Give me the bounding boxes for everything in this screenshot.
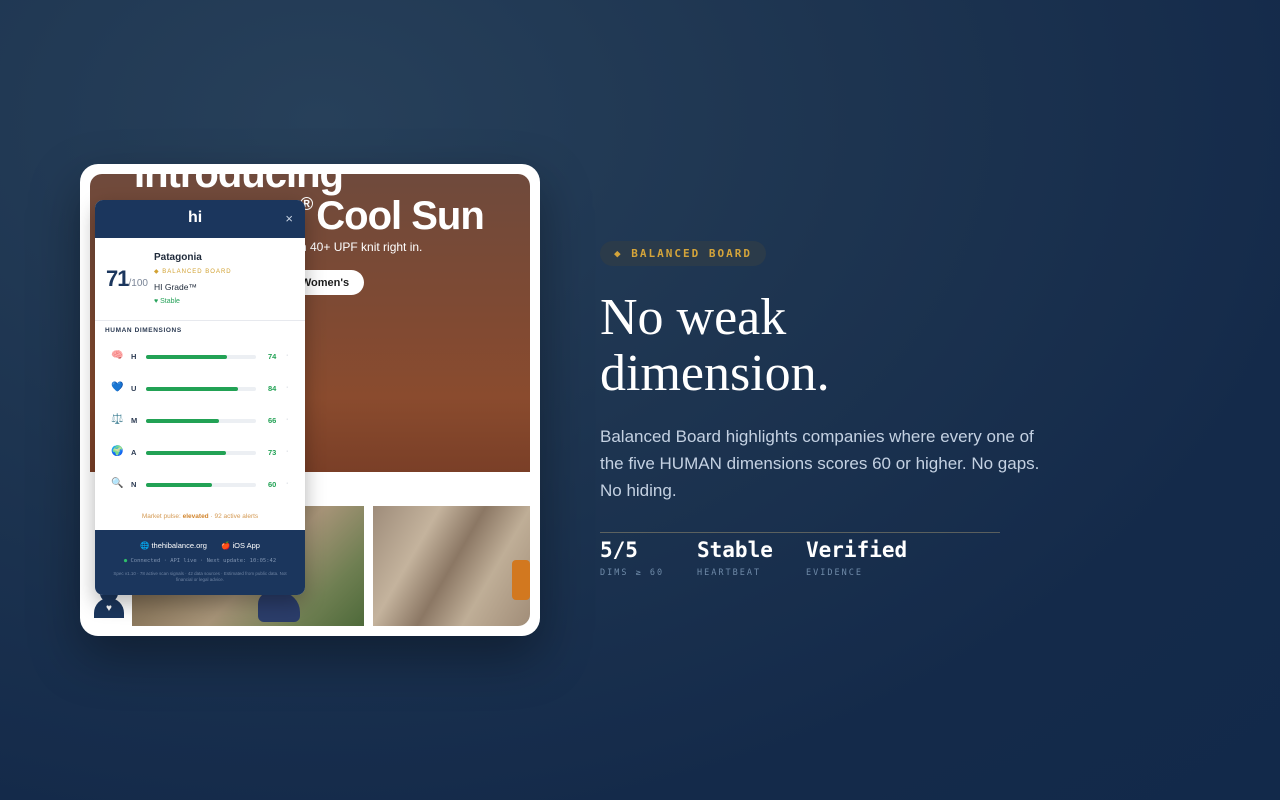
chat-heart-icon[interactable]: ♥ [94, 598, 124, 618]
dimension-score: 60 [268, 480, 277, 489]
dimension-bar [146, 483, 256, 487]
stat-label: EVIDENCE [806, 568, 863, 578]
headline-line-2: dimension. [600, 345, 830, 402]
company-name: Patagonia [154, 252, 202, 263]
balanced-board-badge: ◆ BALANCED BOARD [154, 269, 232, 275]
scales-icon: ⚖️ [111, 414, 124, 425]
pulse-level: elevated [182, 513, 209, 520]
dimension-row-a[interactable]: 🌍 A 73 · [111, 446, 291, 460]
dimension-bar-fill [146, 387, 239, 391]
stat-label: DIMS ≥ 60 [600, 568, 665, 578]
dimension-row-n[interactable]: 🔍 N 60 · [111, 478, 291, 492]
climber-figure [258, 592, 300, 622]
stat-value: 5/5 [600, 538, 638, 562]
globe-icon: 🌍 [111, 446, 124, 457]
dot-marker: · [286, 384, 289, 391]
dimension-bar [146, 387, 256, 391]
website-link[interactable]: 🌐 thehibalance.org [140, 541, 207, 550]
stat-label: HEARTBEAT [697, 568, 762, 578]
ios-app-link[interactable]: 🍎 iOS App [221, 541, 260, 550]
dot-marker: · [286, 416, 289, 423]
close-icon[interactable]: × [285, 211, 293, 226]
page-headline: No weak dimension. [600, 290, 1060, 402]
market-pulse: Market pulse: elevated · 92 active alert… [95, 513, 305, 520]
extension-popup: hi × 71/100 Patagonia ◆ BALANCED BOARD H… [95, 200, 305, 595]
dimension-bar-fill [146, 483, 212, 487]
climber-figure [512, 560, 530, 600]
dimension-letter: N [131, 480, 137, 489]
dimension-row-h[interactable]: 🧠 H 74 · [111, 350, 291, 364]
dimension-bar-fill [146, 451, 227, 455]
dot-marker: · [286, 352, 289, 359]
dimension-letter: H [131, 352, 137, 361]
hero-title: ® Cool Sun [300, 194, 485, 239]
pulse-prefix: Market pulse: [141, 513, 183, 520]
stable-status: ♥ Stable [154, 298, 180, 305]
hero-subtitle: h 40+ UPF knit right in. [300, 240, 423, 254]
stat-dims: 5/5 DIMS ≥ 60 [600, 538, 664, 578]
score-value: 71 [106, 266, 130, 291]
stats-divider [600, 532, 1000, 533]
rock-wall-photo [373, 506, 530, 626]
stat-heartbeat: Stable HEARTBEAT [697, 538, 773, 578]
dot-marker: · [286, 448, 289, 455]
dimension-row-u[interactable]: 💙 U 84 · [111, 382, 291, 396]
dimension-score: 74 [268, 352, 277, 361]
hi-grade-label: HI Grade™ [154, 282, 197, 292]
pulse-alerts: · 92 active alerts [208, 513, 259, 520]
dot-marker: · [286, 480, 289, 487]
hi-score: 71/100 [106, 266, 148, 292]
headline-line-1: No weak [600, 289, 787, 346]
score-max: /100 [128, 278, 148, 289]
blue-heart-icon: 💙 [111, 382, 124, 393]
magnifier-icon: 🔍 [111, 478, 124, 489]
stat-value: Stable [697, 538, 773, 562]
popup-header: hi × [95, 200, 305, 238]
hi-logo: hi [188, 209, 203, 226]
dimension-bar [146, 419, 256, 423]
balanced-board-pill: ◆ BALANCED BOARD [600, 241, 766, 266]
dimension-bar [146, 451, 256, 455]
dimension-bar-fill [146, 419, 219, 423]
connection-status: ● Connected · API live · Next update: 10… [95, 558, 305, 564]
dimension-score: 66 [268, 416, 277, 425]
dimension-row-m[interactable]: ⚖️ M 66 · [111, 414, 291, 428]
stat-value: Verified [806, 538, 908, 562]
brain-icon: 🧠 [111, 350, 124, 361]
dimension-letter: M [131, 416, 138, 425]
dimension-bar-fill [146, 355, 228, 359]
popup-footer: 🌐 thehibalance.org 🍎 iOS App ● Connected… [95, 530, 305, 595]
footer-links: 🌐 thehibalance.org 🍎 iOS App [95, 541, 305, 550]
dimension-score: 73 [268, 448, 277, 457]
dimension-letter: A [131, 448, 137, 457]
dimension-score: 84 [268, 384, 277, 393]
score-card: 71/100 Patagonia ◆ BALANCED BOARD HI Gra… [95, 238, 305, 321]
status-text: Connected · API live · Next update: 10:0… [130, 558, 277, 564]
dimensions-heading: HUMAN DIMENSIONS [105, 327, 182, 334]
dimension-letter: U [131, 384, 137, 393]
stat-evidence: Verified EVIDENCE [806, 538, 907, 578]
hero-title-text: Cool Sun [316, 194, 485, 238]
description: Balanced Board highlights companies wher… [600, 427, 1040, 500]
disclaimer: Spec v1.10 · 78 active scan signals · 42… [113, 571, 287, 582]
dimension-bar [146, 355, 256, 359]
